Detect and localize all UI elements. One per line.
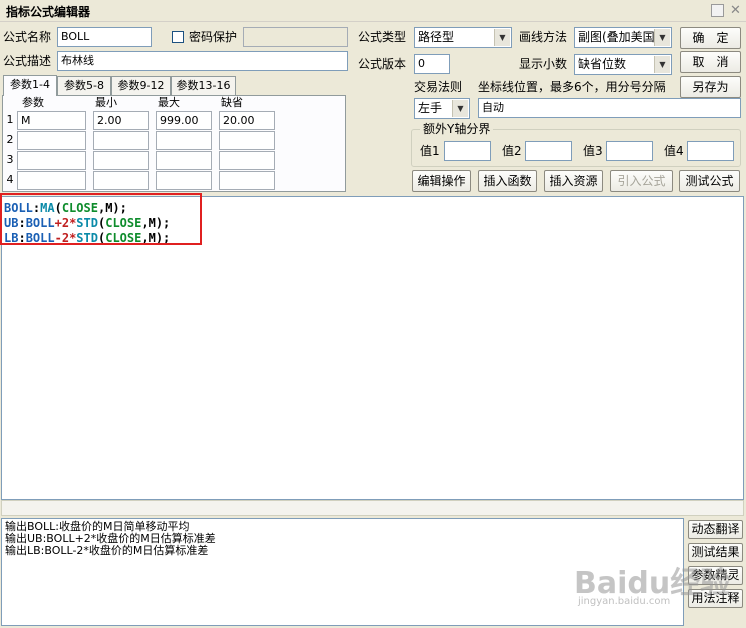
yaxis-value4-label: 值4: [664, 144, 684, 158]
tab-params-5-8[interactable]: 参数5-8: [57, 76, 111, 95]
trade-rule-label: 交易法则: [414, 80, 463, 94]
save-as-button[interactable]: 另存为: [680, 76, 741, 98]
param-name-cell[interactable]: [17, 131, 86, 150]
tab-params-13-16[interactable]: 参数13-16: [171, 76, 236, 95]
highlight-box: [0, 193, 202, 245]
editor-horizontal-scrollbar[interactable]: [1, 500, 744, 516]
formula-type-value: 路径型: [418, 30, 455, 44]
param-default-cell[interactable]: [219, 171, 275, 190]
formula-name-input[interactable]: BOLL: [57, 27, 152, 47]
dynamic-translate-button[interactable]: 动态翻译: [688, 520, 743, 539]
formula-version-input[interactable]: 0: [414, 54, 450, 74]
decimals-label: 显示小数: [519, 57, 568, 71]
password-input: [243, 27, 348, 47]
yaxis-value1-input[interactable]: [444, 141, 491, 161]
param-max-cell[interactable]: [156, 131, 212, 150]
insert-resource-button[interactable]: 插入资源: [544, 170, 603, 192]
window-title: 指标公式编辑器: [6, 5, 91, 19]
baidu-watermark-url: jingyan.baidu.com: [578, 596, 671, 607]
import-formula-button: 引入公式: [610, 170, 673, 192]
param-name-cell[interactable]: [17, 171, 86, 190]
yaxis-value2-input[interactable]: [525, 141, 572, 161]
param-header-name: 参数: [22, 96, 44, 109]
chevron-down-icon: ▼: [452, 100, 468, 117]
param-name-cell[interactable]: M: [17, 111, 86, 130]
formula-type-label: 公式类型: [358, 30, 407, 44]
coord-label: 坐标线位置，最多6个，用分号分隔: [478, 80, 666, 94]
ok-button[interactable]: 确 定: [680, 27, 741, 49]
param-min-cell[interactable]: [93, 171, 149, 190]
formula-type-select[interactable]: 路径型 ▼: [414, 27, 512, 48]
param-row-number: 2: [6, 133, 14, 146]
draw-method-label: 画线方法: [519, 30, 568, 44]
tab-params-1-4[interactable]: 参数1-4: [3, 75, 57, 96]
test-formula-button[interactable]: 测试公式: [679, 170, 740, 192]
formula-desc-input[interactable]: 布林线: [57, 51, 348, 71]
formula-name-label: 公式名称: [3, 30, 52, 44]
param-row-number: 1: [6, 113, 14, 126]
tab-params-9-12[interactable]: 参数9-12: [111, 76, 171, 95]
edit-ops-button[interactable]: 编辑操作: [412, 170, 471, 192]
yaxis-value3-input[interactable]: [606, 141, 653, 161]
maximize-icon[interactable]: [711, 4, 724, 17]
decimals-select[interactable]: 缺省位数 ▼: [574, 54, 672, 75]
formula-version-label: 公式版本: [358, 57, 407, 71]
param-default-cell[interactable]: [219, 131, 275, 150]
decimals-value: 缺省位数: [578, 57, 627, 71]
trade-rule-value: 左手: [418, 101, 443, 115]
yaxis-value3-label: 值3: [583, 144, 603, 158]
param-name-cell[interactable]: [17, 151, 86, 170]
output-line: 输出LB:BOLL-2*收盘价的M日估算标准差: [5, 544, 209, 557]
draw-method-select[interactable]: 副图(叠加美国 ▼: [574, 27, 672, 48]
trade-rule-select[interactable]: 左手 ▼: [414, 98, 470, 119]
param-header-default: 缺省: [221, 96, 243, 109]
param-max-cell[interactable]: 999.00: [156, 111, 212, 130]
yaxis-value1-label: 值1: [420, 144, 440, 158]
password-checkbox[interactable]: [172, 31, 184, 43]
param-min-cell[interactable]: 2.00: [93, 111, 149, 130]
cancel-button[interactable]: 取 消: [680, 51, 741, 73]
formula-desc-label: 公式描述: [3, 54, 52, 68]
chevron-down-icon: ▼: [654, 29, 670, 46]
param-default-cell[interactable]: 20.00: [219, 111, 275, 130]
param-max-cell[interactable]: [156, 151, 212, 170]
title-bar: 指标公式编辑器 ✕: [0, 0, 746, 22]
param-default-cell[interactable]: [219, 151, 275, 170]
close-icon[interactable]: ✕: [729, 4, 742, 17]
chevron-down-icon: ▼: [494, 29, 510, 46]
chevron-down-icon: ▼: [654, 56, 670, 73]
param-row-number: 3: [6, 153, 14, 166]
param-max-cell[interactable]: [156, 171, 212, 190]
param-row-number: 4: [6, 173, 14, 186]
draw-method-value: 副图(叠加美国: [578, 30, 655, 44]
yaxis-value2-label: 值2: [502, 144, 522, 158]
yaxis-value4-input[interactable]: [687, 141, 734, 161]
param-header-max: 最大: [158, 96, 180, 109]
coord-input[interactable]: 自动: [478, 98, 741, 118]
param-min-cell[interactable]: [93, 131, 149, 150]
yaxis-group-label: 额外Y轴分界: [420, 122, 494, 136]
param-min-cell[interactable]: [93, 151, 149, 170]
insert-function-button[interactable]: 插入函数: [478, 170, 537, 192]
param-header-min: 最小: [95, 96, 117, 109]
password-label: 密码保护: [189, 30, 238, 44]
